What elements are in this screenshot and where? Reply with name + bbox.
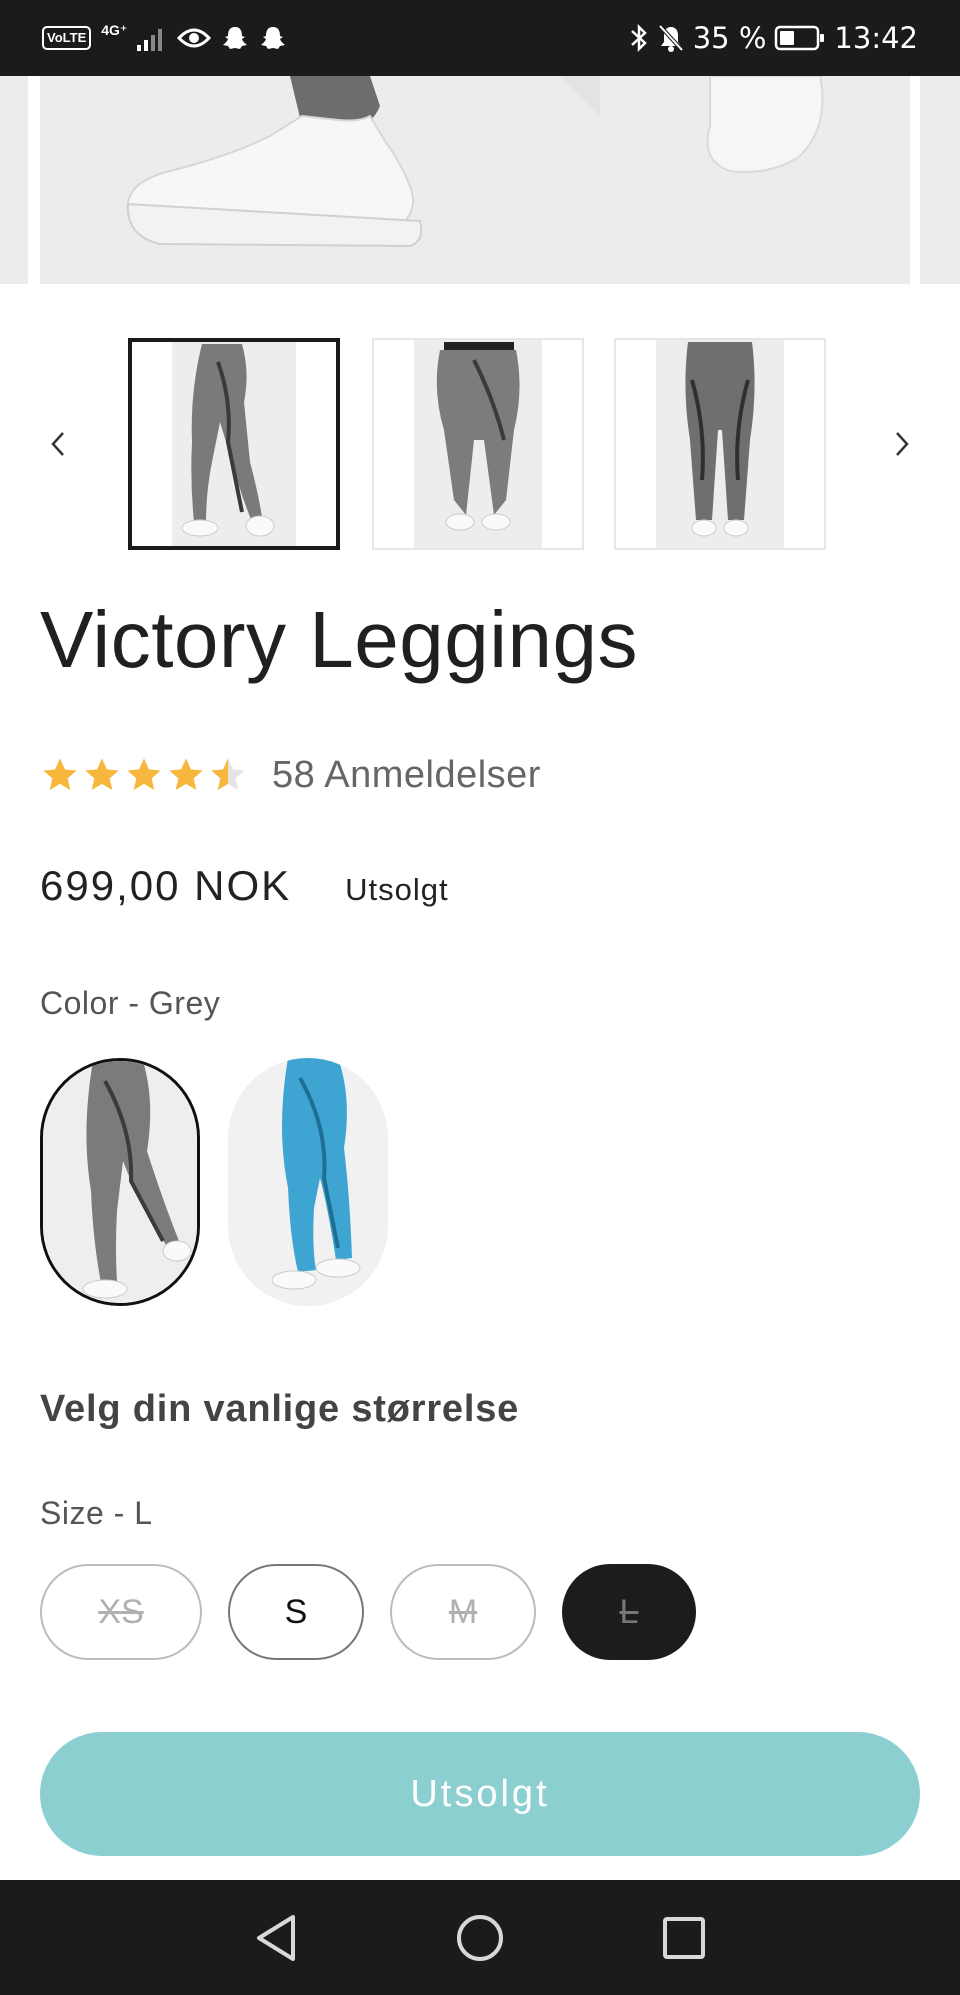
nav-recents-button[interactable] <box>656 1910 712 1966</box>
thumbnail-strip <box>0 334 960 554</box>
battery-icon <box>775 25 825 51</box>
next-slide-peek <box>920 76 960 284</box>
sneaker-illustration <box>126 76 824 248</box>
thumbnail-2[interactable] <box>372 338 584 550</box>
size-option-label: XS <box>98 1592 144 1631</box>
star-icon <box>85 758 119 790</box>
size-option-label: L <box>619 1592 639 1631</box>
color-swatch-blue[interactable] <box>228 1058 388 1306</box>
blue-leggings-swatch-image <box>228 1058 388 1306</box>
chevron-right-icon <box>896 432 909 456</box>
size-option-label: M <box>448 1592 478 1631</box>
add-to-cart-sold-out-button[interactable]: Utsolgt <box>40 1732 920 1856</box>
star-icon <box>43 758 77 790</box>
size-heading: Velg din vanlige størrelse <box>40 1388 520 1430</box>
nav-back-button[interactable] <box>248 1910 304 1966</box>
previous-slide-peek <box>0 76 28 284</box>
product-image-carousel[interactable] <box>0 76 960 284</box>
snapchat-icon <box>223 27 248 49</box>
product-price: 699,00 NOK <box>40 862 292 909</box>
system-navigation-bar <box>0 1880 960 1995</box>
grey-leggings-swatch-image <box>43 1061 197 1303</box>
status-bar: VoLTE 4G⁺ 35 % 13:42 <box>0 0 960 76</box>
size-label: Size - L <box>40 1495 153 1531</box>
back-triangle-icon <box>257 1915 295 1961</box>
size-option-label: S <box>284 1592 308 1631</box>
bell-off-icon <box>658 24 684 52</box>
bluetooth-icon <box>630 23 647 53</box>
thumbnail-3[interactable] <box>614 338 826 550</box>
recents-square-icon <box>663 1917 705 1959</box>
nav-home-button[interactable] <box>452 1910 508 1966</box>
size-option-xs[interactable]: XS <box>40 1564 202 1660</box>
thumbnail-next-button[interactable] <box>880 422 924 466</box>
battery-percent: 35 % <box>692 21 767 55</box>
star-icon <box>169 758 203 790</box>
product-title: Victory Leggings <box>40 595 638 684</box>
thumbnail-1[interactable] <box>128 338 340 550</box>
chevron-left-icon <box>51 432 64 456</box>
thumbnail-prev-button[interactable] <box>36 422 80 466</box>
snapchat-icon <box>261 27 286 49</box>
leggings-back-image <box>436 342 520 531</box>
volte-indicator: VoLTE <box>42 26 92 50</box>
network-type: 4G⁺ <box>101 22 128 38</box>
size-option-s[interactable]: S <box>228 1564 364 1660</box>
product-rating[interactable]: 58 Anmeldelser <box>40 750 541 800</box>
status-left: VoLTE 4G⁺ <box>42 18 287 58</box>
color-swatch-grey[interactable] <box>40 1058 200 1306</box>
leggings-front-image <box>685 342 755 537</box>
size-option-m[interactable]: M <box>390 1564 536 1660</box>
leggings-side-image <box>181 344 275 537</box>
eye-icon <box>177 28 212 48</box>
review-count-link[interactable]: 58 Anmeldelser <box>272 754 541 797</box>
home-circle-icon <box>457 1915 503 1961</box>
star-rating <box>40 755 248 795</box>
color-label: Color - Grey <box>40 985 221 1021</box>
star-half-icon <box>211 758 245 790</box>
size-option-l[interactable]: L <box>562 1564 696 1660</box>
star-icon <box>127 758 161 790</box>
signal-icon <box>137 29 163 51</box>
price-row: 699,00 NOK Utsolgt <box>40 862 449 910</box>
product-hero-image <box>40 76 910 284</box>
sold-out-badge: Utsolgt <box>345 872 449 907</box>
status-right: 35 % 13:42 <box>629 14 918 62</box>
clock: 13:42 <box>834 21 918 55</box>
